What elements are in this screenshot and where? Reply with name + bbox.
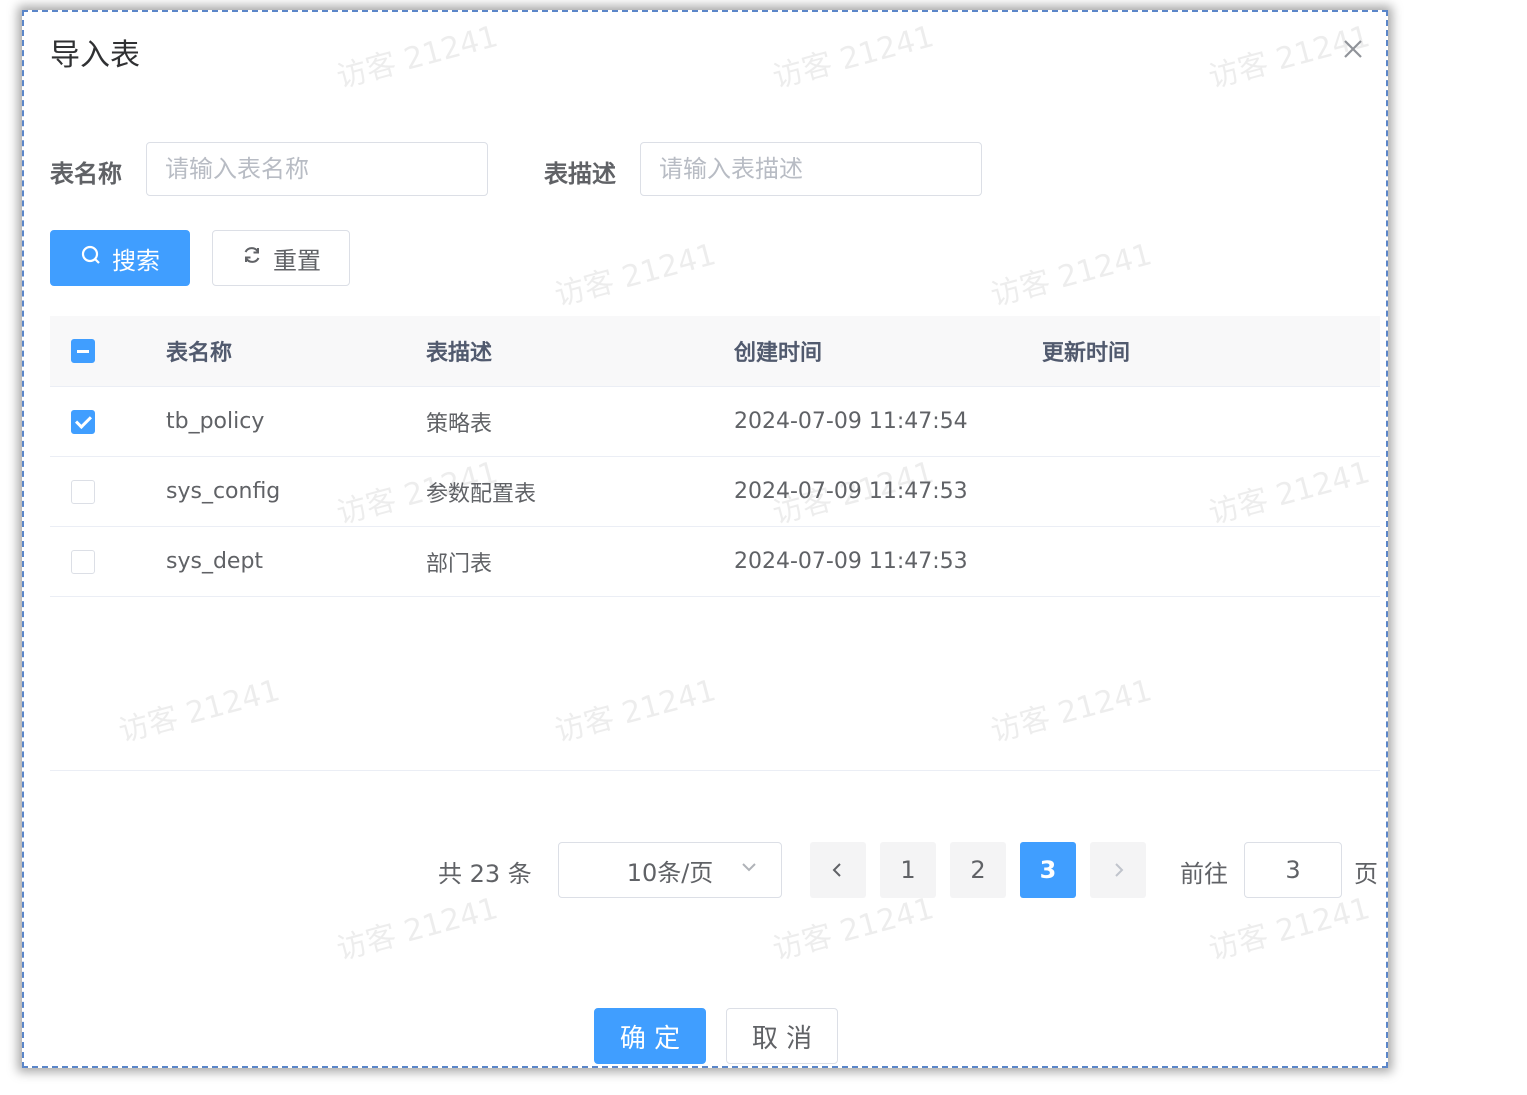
column-header-desc: 表描述 (426, 341, 493, 366)
page-size-value: 10条/页 (626, 858, 714, 887)
search-button-label: 搜索 (112, 246, 160, 275)
watermark: 访客 21241 (551, 237, 720, 314)
table-row[interactable]: tb_policy 策略表 2024-07-09 11:47:54 (50, 387, 1380, 457)
dialog-title: 导入表 (50, 38, 140, 73)
refresh-icon (241, 244, 263, 272)
table-row[interactable]: sys_dept 部门表 2024-07-09 11:47:53 (50, 527, 1380, 597)
watermark: 访客 21241 (987, 237, 1156, 314)
reset-button[interactable]: 重置 (212, 230, 350, 286)
confirm-button-label: 确 定 (619, 1023, 681, 1054)
table-bottom-divider (50, 770, 1380, 771)
row-desc: 策略表 (426, 411, 493, 437)
page-button-1[interactable]: 1 (880, 842, 936, 898)
select-all-checkbox[interactable] (71, 339, 95, 363)
pagination-total: 共 23 条 (438, 860, 532, 888)
goto-label: 前往 (1180, 860, 1228, 888)
row-desc: 参数配置表 (426, 481, 537, 507)
page-suffix-label: 页 (1354, 860, 1378, 888)
watermark: 访客 21241 (551, 673, 720, 750)
row-checkbox[interactable] (71, 479, 95, 504)
watermark: 访客 21241 (769, 19, 938, 96)
chevron-down-icon (739, 857, 759, 882)
chevron-left-icon[interactable] (810, 842, 866, 898)
page-size-select[interactable]: 10条/页 (558, 842, 782, 898)
watermark: 访客 21241 (987, 673, 1156, 750)
column-header-created: 创建时间 (734, 341, 823, 366)
reset-button-label: 重置 (273, 246, 321, 275)
row-created: 2024-07-09 11:47:53 (734, 479, 968, 504)
table-name-input[interactable] (146, 142, 488, 196)
table-row[interactable]: sys_config 参数配置表 2024-07-09 11:47:53 (50, 457, 1380, 527)
row-name: sys_config (166, 479, 281, 504)
search-button[interactable]: 搜索 (50, 230, 190, 286)
watermark: 访客 21241 (115, 673, 284, 750)
watermark: 访客 21241 (333, 891, 502, 968)
row-name: sys_dept (166, 549, 264, 574)
table-name-label: 表名称 (50, 160, 122, 188)
tables-grid: 表名称 表描述 创建时间 更新时间 tb_policy 策略表 2024-07-… (50, 316, 1380, 597)
cancel-button[interactable]: 取 消 (726, 1008, 838, 1064)
goto-page-input[interactable] (1244, 842, 1342, 898)
table-desc-input[interactable] (640, 142, 982, 196)
cancel-button-label: 取 消 (751, 1023, 813, 1054)
page-button-2[interactable]: 2 (950, 842, 1006, 898)
row-desc: 部门表 (426, 551, 493, 577)
column-header-updated: 更新时间 (1042, 341, 1131, 366)
row-created: 2024-07-09 11:47:54 (734, 409, 968, 434)
row-created: 2024-07-09 11:47:53 (734, 549, 968, 574)
import-table-dialog: 访客 21241 访客 21241 访客 21241 访客 21241 访客 2… (22, 10, 1388, 1068)
page-button-3[interactable]: 3 (1020, 842, 1076, 898)
watermark: 访客 21241 (333, 19, 502, 96)
table-desc-label: 表描述 (544, 160, 616, 188)
row-name: tb_policy (166, 409, 265, 434)
column-header-name: 表名称 (166, 341, 233, 366)
chevron-right-icon[interactable] (1090, 842, 1146, 898)
confirm-button[interactable]: 确 定 (594, 1008, 706, 1064)
row-checkbox[interactable] (71, 409, 95, 434)
table-header: 表名称 表描述 创建时间 更新时间 (50, 316, 1380, 387)
row-checkbox[interactable] (71, 549, 95, 574)
close-icon[interactable] (1338, 34, 1368, 64)
search-icon (80, 244, 102, 272)
